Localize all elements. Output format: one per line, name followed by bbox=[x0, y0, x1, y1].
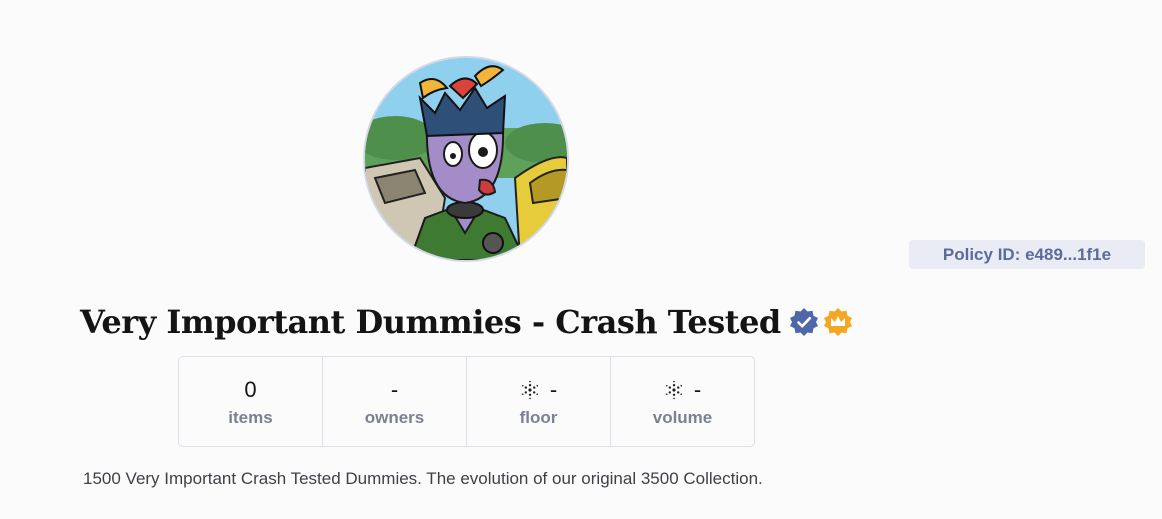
stat-owners-value: - bbox=[390, 376, 399, 402]
cardano-icon bbox=[665, 380, 682, 399]
stat-volume-value: - bbox=[693, 376, 702, 402]
stat-owners-label: owners bbox=[364, 407, 425, 427]
policy-id-badge[interactable]: Policy ID: e489...1f1e bbox=[909, 240, 1145, 269]
stat-owners: - owners bbox=[322, 357, 466, 446]
collection-avatar bbox=[363, 56, 569, 262]
stat-floor: - floor bbox=[466, 357, 610, 446]
crown-badge-icon bbox=[823, 307, 853, 337]
collection-header: Very Important Dummies - Crash Tested bbox=[80, 296, 853, 348]
cardano-icon bbox=[521, 380, 538, 399]
stat-floor-label: floor bbox=[519, 407, 558, 427]
collection-title: Very Important Dummies - Crash Tested bbox=[80, 303, 781, 341]
stat-volume-label: volume bbox=[652, 407, 713, 427]
stat-items-label: items bbox=[228, 407, 273, 427]
stat-volume: - volume bbox=[610, 357, 754, 446]
stat-volume-row: - bbox=[664, 376, 701, 404]
stat-floor-value: - bbox=[549, 376, 558, 402]
stat-items: 0 items bbox=[179, 357, 322, 446]
stat-floor-row: - bbox=[520, 376, 557, 404]
verified-badge-icon bbox=[789, 307, 819, 337]
collection-description: 1500 Very Important Crash Tested Dummies… bbox=[83, 469, 763, 488]
stat-items-value: 0 bbox=[244, 376, 257, 402]
collection-stats: 0 items - owners - floor - volume bbox=[178, 356, 755, 447]
